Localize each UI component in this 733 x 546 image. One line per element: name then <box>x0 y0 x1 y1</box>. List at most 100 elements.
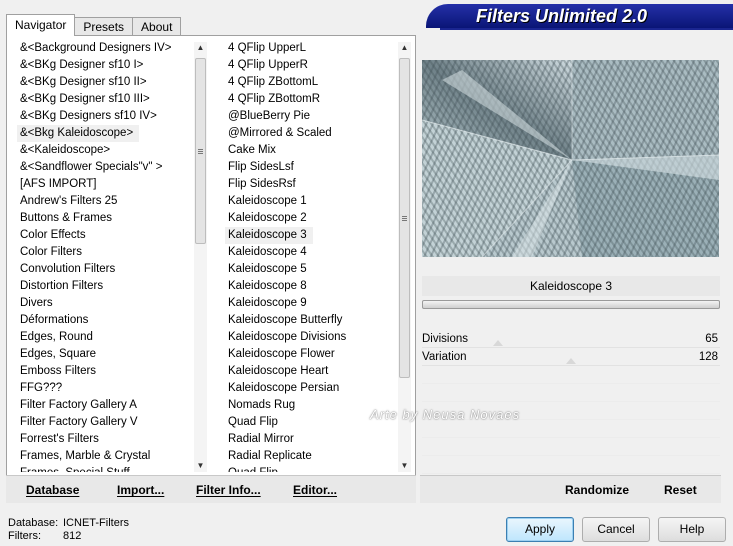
tab-navigator[interactable]: Navigator <box>6 14 76 36</box>
filter-list-item[interactable]: @Mirrored & Scaled <box>225 125 397 142</box>
status-filters-label: Filters: <box>8 530 41 542</box>
category-list-item[interactable]: Déformations <box>17 312 195 329</box>
filter-list-item[interactable]: Radial Replicate <box>225 448 397 465</box>
filter-scroll-thumb[interactable] <box>399 58 410 378</box>
category-list-item[interactable]: Color Effects <box>17 227 195 244</box>
category-list-item-label: Déformations <box>20 314 89 326</box>
category-list-item-label: Distortion Filters <box>20 280 104 292</box>
filter-list-item[interactable]: Kaleidoscope Butterfly <box>225 312 397 329</box>
filter-list-item[interactable]: Kaleidoscope 4 <box>225 244 397 261</box>
import-button[interactable]: Import... <box>117 483 164 497</box>
filter-list-item[interactable]: 4 QFlip ZBottomR <box>225 91 397 108</box>
category-list-item[interactable]: Frames, Marble & Crystal <box>17 448 195 465</box>
filter-list-item-label: 4 QFlip ZBottomL <box>228 76 319 88</box>
category-list-item[interactable]: &<BKg Designer sf10 II> <box>17 74 195 91</box>
tab-about[interactable]: About <box>132 17 182 36</box>
category-list-item[interactable]: &<BKg Designer sf10 I> <box>17 57 195 74</box>
param-slider-marker-icon[interactable] <box>566 358 576 364</box>
category-list-item[interactable]: &<BKg Designers sf10 IV> <box>17 108 195 125</box>
navigator-panel: &<Background Designers IV> &<BKg Designer… <box>6 35 416 503</box>
param-label: Variation <box>422 351 467 363</box>
category-list-item[interactable]: Edges, Square <box>17 346 195 363</box>
category-list[interactable]: &<Background Designers IV> &<BKg Designer… <box>17 40 195 472</box>
category-list-item[interactable]: &<Kaleidoscope> <box>17 142 195 159</box>
filter-list-item[interactable]: Flip SidesRsf <box>225 176 397 193</box>
category-list-item[interactable]: Buttons & Frames <box>17 210 195 227</box>
filter-list-item[interactable]: Kaleidoscope 1 <box>225 193 397 210</box>
category-list-item[interactable]: FFG??? <box>17 380 195 397</box>
category-list-item[interactable]: Filter Factory Gallery A <box>17 397 195 414</box>
filter-list-item[interactable]: Kaleidoscope 5 <box>225 261 397 278</box>
category-scroll-thumb[interactable] <box>195 58 206 244</box>
category-list-item-label: Edges, Round <box>20 331 93 343</box>
scroll-down-icon[interactable]: ▼ <box>194 460 207 472</box>
navigator-button-bar: Database Import... Filter Info... Editor… <box>6 475 416 503</box>
category-list-item[interactable]: Color Filters <box>17 244 195 261</box>
category-list-item[interactable]: Edges, Round <box>17 329 195 346</box>
scroll-up-icon[interactable]: ▲ <box>398 42 411 54</box>
category-list-item[interactable]: Emboss Filters <box>17 363 195 380</box>
filter-list-item-label: Kaleidoscope 9 <box>228 297 307 309</box>
filter-list-item[interactable]: Kaleidoscope Flower <box>225 346 397 363</box>
randomize-button[interactable]: Randomize <box>565 483 629 497</box>
filter-list-item[interactable]: Flip SidesLsf <box>225 159 397 176</box>
filter-list-item[interactable]: Quad Flip <box>225 465 397 472</box>
category-list-item-label: Frames, Marble & Crystal <box>20 450 151 462</box>
filter-list-item[interactable]: Kaleidoscope 9 <box>225 295 397 312</box>
param-row-variation[interactable]: Variation 128 <box>422 349 720 366</box>
filter-list-item[interactable]: Kaleidoscope Heart <box>225 363 397 380</box>
database-button[interactable]: Database <box>26 483 79 497</box>
category-list-item-label: Filter Factory Gallery V <box>20 416 138 428</box>
kaleidoscope-preview-image <box>422 60 719 257</box>
filter-list-item-label: Kaleidoscope 1 <box>228 195 307 207</box>
category-list-item[interactable]: &<Sandflower Specials"v" > <box>17 159 195 176</box>
category-list-item[interactable]: Convolution Filters <box>17 261 195 278</box>
help-button[interactable]: Help <box>658 517 726 542</box>
category-list-item[interactable]: &<BKg Designer sf10 III> <box>17 91 195 108</box>
category-list-item[interactable]: Filter Factory Gallery V <box>17 414 195 431</box>
filter-list-item[interactable]: Kaleidoscope Divisions <box>225 329 397 346</box>
filter-list-item[interactable]: @BlueBerry Pie <box>225 108 397 125</box>
filter-list-item[interactable]: Kaleidoscope 2 <box>225 210 397 227</box>
editor-button[interactable]: Editor... <box>293 483 337 497</box>
param-row-empty <box>422 439 720 456</box>
filter-list-item[interactable]: Kaleidoscope 8 <box>225 278 397 295</box>
category-list-item-label: Filter Factory Gallery A <box>20 399 137 411</box>
category-list-item-label: Color Filters <box>20 246 82 258</box>
filter-info-button[interactable]: Filter Info... <box>196 483 261 497</box>
reset-button[interactable]: Reset <box>664 483 697 497</box>
filter-list-item[interactable]: Cake Mix <box>225 142 397 159</box>
category-list-item[interactable]: &<Bkg Kaleidoscope> <box>17 125 195 142</box>
filter-list-item-label: Flip SidesRsf <box>228 178 296 190</box>
filter-list-item[interactable]: 4 QFlip UpperL <box>225 40 397 57</box>
param-row-empty <box>422 367 720 384</box>
scroll-down-icon[interactable]: ▼ <box>398 460 411 472</box>
cancel-button[interactable]: Cancel <box>582 517 650 542</box>
tab-presets[interactable]: Presets <box>74 17 134 36</box>
filter-list-item[interactable]: Kaleidoscope Persian <box>225 380 397 397</box>
filter-list-item[interactable]: 4 QFlip ZBottomL <box>225 74 397 91</box>
filter-list-item-label: 4 QFlip UpperL <box>228 42 306 54</box>
category-list-item[interactable]: Divers <box>17 295 195 312</box>
category-list-item-label: Frames, Special Stuff <box>17 465 195 472</box>
category-scrollbar[interactable]: ▲ ▼ <box>194 42 207 472</box>
category-list-item[interactable]: &<Background Designers IV> <box>17 40 195 57</box>
scroll-up-icon[interactable]: ▲ <box>194 42 207 54</box>
category-list-item[interactable]: Frames, Special Stuff <box>17 465 195 472</box>
category-list-item[interactable]: [AFS IMPORT] <box>17 176 195 193</box>
param-label: Divisions <box>422 333 469 345</box>
param-row-divisions[interactable]: Divisions 65 <box>422 331 720 348</box>
category-list-item-label: [AFS IMPORT] <box>20 178 97 190</box>
filter-list-item[interactable]: Radial Mirror <box>225 431 397 448</box>
category-list-item[interactable]: Distortion Filters <box>17 278 195 295</box>
filter-list-item[interactable]: Kaleidoscope 3 <box>225 227 397 244</box>
filter-list-item[interactable]: 4 QFlip UpperR <box>225 57 397 74</box>
filter-list-item-label: 4 QFlip ZBottomR <box>228 93 321 105</box>
filter-list-item-label: Kaleidoscope Heart <box>228 365 329 377</box>
status-filters-value: 812 <box>63 530 82 542</box>
category-list-item[interactable]: Andrew's Filters 25 <box>17 193 195 210</box>
filter-list-item-label: Kaleidoscope 8 <box>228 280 307 292</box>
param-slider-marker-icon[interactable] <box>493 340 503 346</box>
category-list-item[interactable]: Forrest's Filters <box>17 431 195 448</box>
apply-button[interactable]: Apply <box>506 517 574 542</box>
